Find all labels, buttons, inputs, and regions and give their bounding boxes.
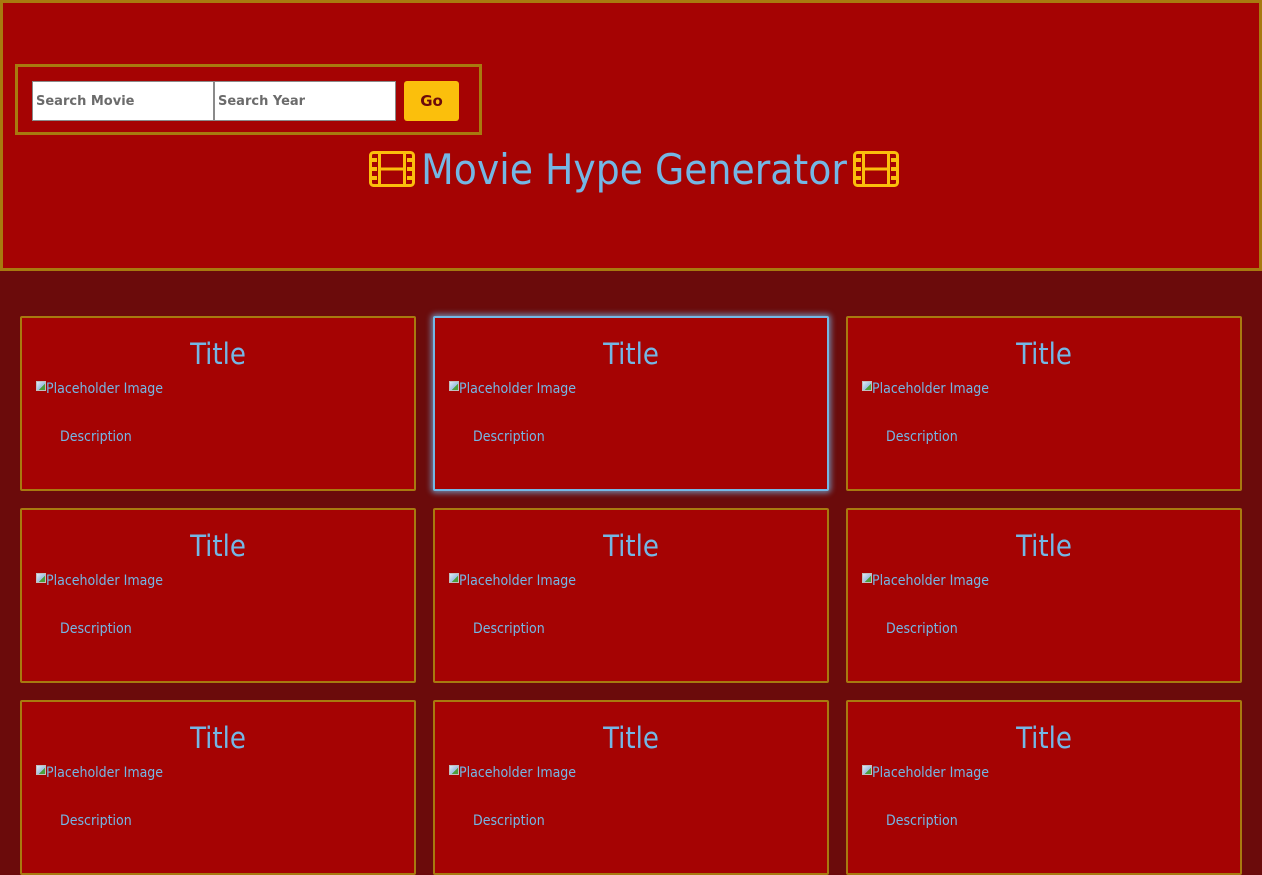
card-image-alt: Placeholder Image <box>46 573 164 589</box>
page-title: Movie Hype Generator <box>3 139 1262 201</box>
card-image: Placeholder Image <box>862 380 989 398</box>
movie-card[interactable]: Title Placeholder Image Description <box>20 700 416 875</box>
card-description: Description <box>886 621 958 637</box>
card-description: Description <box>886 429 958 445</box>
search-year-input[interactable] <box>214 81 396 121</box>
card-image-alt: Placeholder Image <box>872 573 990 589</box>
broken-image-icon <box>862 765 872 775</box>
card-title: Title <box>603 337 659 371</box>
movie-card[interactable]: Title Placeholder Image Description <box>20 316 416 491</box>
card-image: Placeholder Image <box>449 764 576 782</box>
card-title: Title <box>603 721 659 755</box>
search-movie-input[interactable] <box>32 81 214 121</box>
card-title: Title <box>190 721 246 755</box>
go-button[interactable]: Go <box>404 81 459 121</box>
page-title-text: Movie Hype Generator <box>421 145 847 194</box>
card-description: Description <box>60 813 132 829</box>
card-image: Placeholder Image <box>862 572 989 590</box>
movie-card[interactable]: Title Placeholder Image Description <box>433 700 829 875</box>
card-description: Description <box>60 621 132 637</box>
search-form: Go <box>15 64 482 135</box>
card-image-alt: Placeholder Image <box>46 765 164 781</box>
card-image-alt: Placeholder Image <box>459 765 577 781</box>
card-image: Placeholder Image <box>449 572 576 590</box>
film-frames-icon <box>369 151 416 187</box>
broken-image-icon <box>449 573 459 583</box>
broken-image-icon <box>36 573 46 583</box>
movie-card[interactable]: Title Placeholder Image Description <box>846 700 1242 875</box>
broken-image-icon <box>862 573 872 583</box>
card-description: Description <box>473 621 545 637</box>
movie-card[interactable]: Title Placeholder Image Description <box>433 508 829 683</box>
card-image: Placeholder Image <box>449 380 576 398</box>
card-image: Placeholder Image <box>36 764 163 782</box>
broken-image-icon <box>449 765 459 775</box>
card-image: Placeholder Image <box>36 572 163 590</box>
film-frames-icon <box>852 151 899 187</box>
card-title: Title <box>190 337 246 371</box>
card-title: Title <box>1016 529 1072 563</box>
movie-card[interactable]: Title Placeholder Image Description <box>433 316 829 491</box>
card-description: Description <box>473 813 545 829</box>
page-header: Go Movie Hype Generator <box>0 0 1262 271</box>
movie-card[interactable]: Title Placeholder Image Description <box>846 316 1242 491</box>
card-description: Description <box>886 813 958 829</box>
card-title: Title <box>1016 721 1072 755</box>
card-image-alt: Placeholder Image <box>46 381 164 397</box>
card-title: Title <box>1016 337 1072 371</box>
card-title: Title <box>190 529 246 563</box>
card-image: Placeholder Image <box>862 764 989 782</box>
card-description: Description <box>473 429 545 445</box>
broken-image-icon <box>862 381 872 391</box>
movie-card[interactable]: Title Placeholder Image Description <box>20 508 416 683</box>
card-image-alt: Placeholder Image <box>872 381 990 397</box>
card-image-alt: Placeholder Image <box>459 381 577 397</box>
broken-image-icon <box>449 381 459 391</box>
card-image-alt: Placeholder Image <box>459 573 577 589</box>
card-title: Title <box>603 529 659 563</box>
card-description: Description <box>60 429 132 445</box>
card-image: Placeholder Image <box>36 380 163 398</box>
movie-card[interactable]: Title Placeholder Image Description <box>846 508 1242 683</box>
broken-image-icon <box>36 765 46 775</box>
broken-image-icon <box>36 381 46 391</box>
card-image-alt: Placeholder Image <box>872 765 990 781</box>
